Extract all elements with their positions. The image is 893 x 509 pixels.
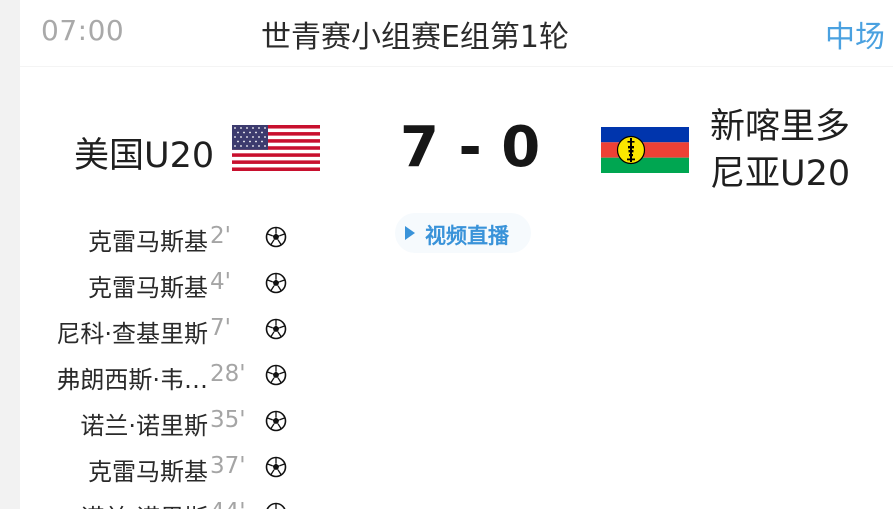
goal-scorer[interactable]: 尼科·查基里斯 bbox=[56, 314, 208, 349]
goal-scorer[interactable]: 克雷马斯基 bbox=[88, 452, 208, 487]
soccer-ball-icon bbox=[266, 502, 286, 509]
goal-event: 克雷马斯基 37' bbox=[20, 446, 320, 486]
soccer-ball-icon bbox=[265, 318, 287, 340]
soccer-ball-icon bbox=[265, 272, 287, 294]
home-team-name[interactable]: 美国U20 bbox=[74, 127, 214, 178]
soccer-ball-icon bbox=[265, 456, 287, 478]
away-team-name-line1: 新喀里多 bbox=[710, 107, 851, 147]
goal-minute: 37' bbox=[210, 453, 246, 479]
match-score: 7 - 0 bbox=[400, 115, 541, 180]
soccer-ball-icon bbox=[265, 226, 287, 248]
goal-scorer[interactable]: 诺兰·诺里斯 bbox=[80, 406, 208, 441]
play-icon bbox=[405, 226, 415, 240]
usa-flag-icon bbox=[232, 125, 320, 171]
goal-event: 克雷马斯基 2' bbox=[20, 216, 320, 256]
goal-minute: 4' bbox=[210, 269, 231, 295]
goal-minute: 35' bbox=[210, 407, 246, 433]
competition-title: 世青赛小组赛E组第1轮 bbox=[260, 20, 570, 55]
goal-minute: 7' bbox=[210, 315, 231, 341]
goal-event: 诺兰·诺里斯 44' bbox=[20, 492, 320, 509]
video-live-label: 视频直播 bbox=[425, 224, 509, 248]
goal-minute: 28' bbox=[210, 361, 246, 387]
soccer-ball-icon bbox=[265, 410, 287, 432]
goal-event: 诺兰·诺里斯 35' bbox=[20, 400, 320, 440]
goal-minute: 44' bbox=[210, 499, 248, 509]
goal-event: 尼科·查基里斯 7' bbox=[20, 308, 320, 348]
match-header: 07:00 世青赛小组赛E组第1轮 中场 bbox=[20, 0, 893, 64]
goal-minute: 2' bbox=[210, 223, 231, 249]
goal-event: 弗朗西斯·韦… 28' bbox=[20, 354, 320, 394]
new-caledonia-flag-icon bbox=[601, 127, 689, 173]
away-team-name-line2: 尼亚U20 bbox=[710, 154, 851, 194]
goal-scorer[interactable]: 克雷马斯基 bbox=[88, 268, 208, 303]
goal-event: 克雷马斯基 4' bbox=[20, 262, 320, 302]
goal-scorer[interactable]: 克雷马斯基 bbox=[88, 222, 208, 257]
goal-scorer[interactable]: 弗朗西斯·韦… bbox=[56, 360, 208, 395]
soccer-ball-icon bbox=[265, 364, 287, 386]
away-team-name[interactable]: 新喀里多 尼亚U20 bbox=[710, 104, 850, 198]
video-live-button[interactable]: 视频直播 bbox=[395, 213, 531, 253]
header-divider bbox=[20, 66, 893, 67]
match-time: 07:00 bbox=[41, 14, 125, 47]
match-status: 中场 bbox=[825, 20, 885, 55]
goal-scorer[interactable]: 诺兰·诺里斯 bbox=[80, 498, 208, 509]
match-card[interactable]: 07:00 世青赛小组赛E组第1轮 中场 美国U20 7 - 0 新喀里多 尼亚… bbox=[20, 0, 893, 509]
